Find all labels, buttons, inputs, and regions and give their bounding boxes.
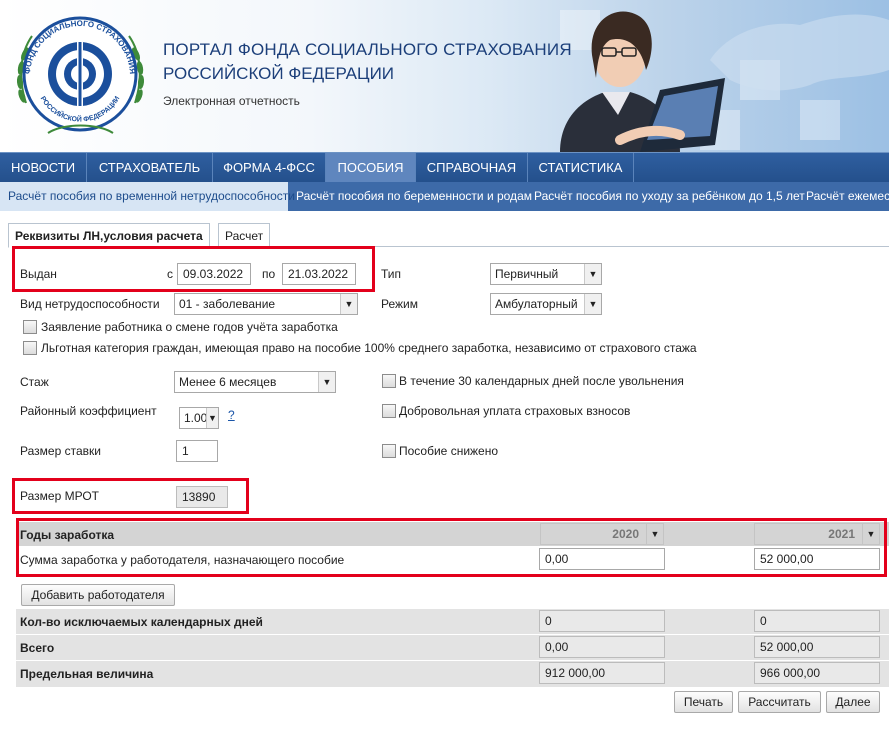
- excluded-days-2020: 0: [539, 610, 665, 632]
- limit-label: Предельная величина: [20, 667, 154, 681]
- chevron-down-icon[interactable]: ▼: [206, 408, 218, 428]
- subnav-item-maternity[interactable]: Расчёт пособия по беременности и родам: [288, 182, 532, 211]
- nav-item-reference[interactable]: СПРАВОЧНАЯ: [416, 153, 528, 183]
- nav-item-statistics[interactable]: СТАТИСТИКА: [528, 153, 634, 183]
- chevron-down-icon[interactable]: ▼: [340, 294, 357, 314]
- portal-title-line2: РОССИЙСКОЙ ФЕДЕРАЦИИ: [163, 64, 395, 83]
- add-employer-button[interactable]: Добавить работодателя: [21, 584, 175, 606]
- print-button[interactable]: Печать: [674, 691, 733, 713]
- chevron-down-icon[interactable]: ▼: [584, 294, 601, 314]
- mode-select-value: Амбулаторный: [495, 297, 578, 311]
- highlight-earnings: [16, 518, 887, 577]
- excluded-days-label: Кол-во исключаемых календарных дней: [20, 615, 263, 629]
- total-2021: 52 000,00: [754, 636, 880, 658]
- disability-type-value: 01 - заболевание: [179, 297, 276, 311]
- chevron-down-icon[interactable]: ▼: [318, 372, 335, 392]
- rate-size-input[interactable]: 1: [176, 440, 218, 462]
- type-select-value: Первичный: [495, 267, 559, 281]
- disability-type-select[interactable]: 01 - заболевание ▼: [174, 293, 358, 315]
- highlight-issued-period: [12, 246, 375, 292]
- after-dismissal-label: В течение 30 календарных дней после увол…: [399, 374, 684, 388]
- experience-label: Стаж: [20, 375, 49, 389]
- total-2020: 0,00: [539, 636, 665, 658]
- next-button[interactable]: Далее: [826, 691, 880, 713]
- total-label: Всего: [20, 641, 55, 655]
- rate-size-label: Размер ставки: [20, 444, 101, 458]
- voluntary-payment-checkbox[interactable]: [382, 404, 396, 418]
- tab-calculation[interactable]: Расчет: [218, 223, 271, 247]
- change-years-checkbox[interactable]: [23, 320, 37, 334]
- form-tabs: Реквизиты ЛН,условия расчета Расчет: [8, 223, 889, 248]
- chevron-down-icon[interactable]: ▼: [584, 264, 601, 284]
- portal-title-line1: ПОРТАЛ ФОНДА СОЦИАЛЬНОГО СТРАХОВАНИЯ: [163, 40, 572, 59]
- subnav-item-childcare[interactable]: Расчёт пособия по уходу за ребёнком до 1…: [526, 182, 805, 211]
- nav-item-insurer[interactable]: СТРАХОВАТЕЛЬ: [87, 153, 213, 183]
- privileged-category-checkbox[interactable]: [23, 341, 37, 355]
- site-header: ФОНД СОЦИАЛЬНОГО СТРАХОВАНИЯ РОССИЙСКОЙ …: [0, 0, 889, 152]
- limit-2020: 912 000,00: [539, 662, 665, 684]
- nav-item-news[interactable]: НОВОСТИ: [0, 153, 87, 183]
- after-dismissal-checkbox[interactable]: [382, 374, 396, 388]
- nav-item-form-4fss[interactable]: ФОРМА 4-ФСС: [213, 153, 326, 183]
- experience-select-value: Менее 6 месяцев: [179, 375, 277, 389]
- main-nav: НОВОСТИ СТРАХОВАТЕЛЬ ФОРМА 4-ФСС ПОСОБИЯ…: [0, 152, 889, 183]
- regional-coefficient-label: Районный коэффициент: [20, 404, 157, 418]
- help-link[interactable]: ?: [228, 408, 235, 422]
- benefit-reduced-label: Пособие снижено: [399, 444, 499, 458]
- sub-nav: Расчёт пособия по временной нетрудоспосо…: [0, 182, 889, 211]
- subnav-item-temporary-disability[interactable]: Расчёт пособия по временной нетрудоспосо…: [0, 182, 295, 211]
- woman-at-laptop-image: [560, 11, 725, 152]
- nav-item-benefits[interactable]: ПОСОБИЯ: [326, 153, 416, 183]
- disability-type-label: Вид нетрудоспособности: [20, 297, 160, 311]
- type-label: Тип: [381, 267, 402, 281]
- fss-logo-icon: ФОНД СОЦИАЛЬНОГО СТРАХОВАНИЯ РОССИЙСКОЙ …: [16, 16, 145, 134]
- calculate-button[interactable]: Рассчитать: [738, 691, 821, 713]
- type-select[interactable]: Первичный ▼: [490, 263, 602, 285]
- highlight-mrot: [12, 478, 249, 514]
- experience-select[interactable]: Менее 6 месяцев ▼: [174, 371, 336, 393]
- change-years-label: Заявление работника о смене годов учёта …: [41, 320, 338, 334]
- voluntary-payment-label: Добровольная уплата страховых взносов: [399, 404, 631, 418]
- mode-label: Режим: [381, 297, 418, 311]
- portal-subtitle: Электронная отчетность: [163, 94, 300, 108]
- regional-coefficient-select[interactable]: 1.00 ▼: [179, 407, 219, 429]
- tab-requisites[interactable]: Реквизиты ЛН,условия расчета: [8, 223, 210, 248]
- privileged-category-label: Льготная категория граждан, имеющая прав…: [41, 341, 697, 355]
- subnav-item-monthly[interactable]: Расчёт ежемесячного: [798, 182, 889, 211]
- limit-2021: 966 000,00: [754, 662, 880, 684]
- regional-coefficient-value: 1.00: [184, 411, 208, 425]
- excluded-days-2021: 0: [754, 610, 880, 632]
- mode-select[interactable]: Амбулаторный ▼: [490, 293, 602, 315]
- benefit-reduced-checkbox[interactable]: [382, 444, 396, 458]
